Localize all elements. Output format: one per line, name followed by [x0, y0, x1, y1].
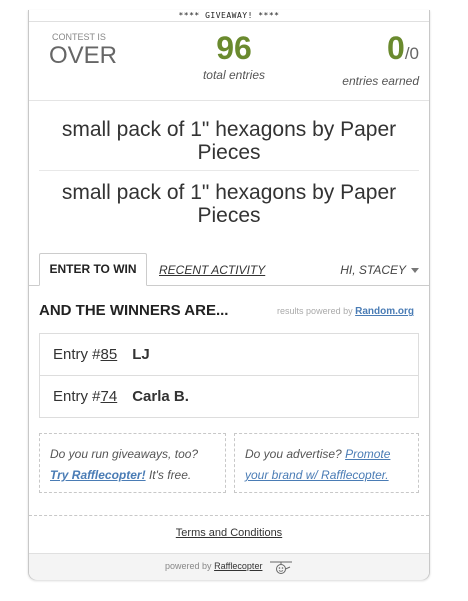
user-greeting: HI, STACEY — [340, 263, 406, 277]
entry-number-link[interactable]: 74 — [101, 388, 118, 405]
winner-name: Carla B. — [132, 388, 189, 405]
random-org-link[interactable]: Random.org — [355, 306, 414, 317]
chevron-down-icon — [411, 268, 419, 274]
entry-prefix: Entry # — [53, 388, 101, 405]
total-entries: 96 total entries — [189, 30, 279, 82]
winner-row: Entry #74 Carla B. — [40, 376, 418, 417]
powered-by-text: powered by — [165, 561, 212, 571]
entries-earned-label: entries earned — [342, 74, 419, 88]
tab-recent-activity[interactable]: RECENT ACTIVITY — [159, 255, 265, 285]
status-value: OVER — [49, 42, 118, 69]
giveaway-banner: **** GIVEAWAY! **** — [29, 10, 429, 22]
rafflecopter-widget: **** GIVEAWAY! **** CONTEST IS OVER 96 t… — [28, 10, 430, 580]
promo-advertise: Do you advertise? Promote your brand w/ … — [234, 433, 419, 493]
promo-giveaways: Do you run giveaways, too? Try Rafflecopt… — [39, 433, 226, 493]
terms-row: Terms and Conditions — [29, 527, 429, 539]
user-menu[interactable]: HI, STACEY — [340, 255, 419, 285]
terms-link[interactable]: Terms and Conditions — [176, 527, 282, 539]
tab-bar: ENTER TO WIN RECENT ACTIVITY HI, STACEY — [29, 251, 429, 286]
winners-heading: AND THE WINNERS ARE... — [39, 302, 229, 319]
earned-of: /0 — [404, 44, 419, 63]
promo-right-text: Do you advertise? — [245, 447, 342, 461]
stats-panel: CONTEST IS OVER 96 total entries 0/0 ent… — [29, 22, 429, 101]
footer-divider — [29, 515, 429, 516]
total-entries-count: 96 — [216, 30, 252, 66]
contest-status: CONTEST IS OVER — [49, 32, 139, 69]
earned-value: 0 — [387, 30, 405, 66]
winner-name: LJ — [132, 346, 150, 363]
entry-prefix: Entry # — [53, 346, 101, 363]
random-org-credit: results powered by Random.org — [277, 306, 414, 317]
status-label: CONTEST IS — [52, 32, 106, 42]
powered-text: results powered by — [277, 306, 353, 316]
entries-earned: 0/0 entries earned — [309, 30, 419, 88]
prize-title: small pack of 1" hexagons by Paper Piece… — [61, 118, 397, 164]
winners-list: Entry #85 LJ Entry #74 Carla B. — [39, 333, 419, 418]
winner-row: Entry #85 LJ — [40, 334, 418, 376]
promo-left-suffix: It's free. — [148, 468, 192, 482]
total-entries-label: total entries — [202, 68, 266, 82]
try-rafflecopter-link[interactable]: Try Rafflecopter! — [50, 468, 146, 482]
prize-divider — [39, 170, 419, 171]
powered-by-bar: powered by Rafflecopter — [29, 553, 429, 580]
tab-enter-to-win[interactable]: ENTER TO WIN — [39, 253, 147, 286]
entry-number-link[interactable]: 85 — [101, 346, 118, 363]
entries-earned-count: 0/0 — [309, 30, 419, 72]
prize-title: small pack of 1" hexagons by Paper Piece… — [61, 181, 397, 227]
rafflecopter-logo-icon — [269, 561, 292, 574]
rafflecopter-link[interactable]: Rafflecopter — [214, 561, 262, 571]
promo-left-text: Do you run giveaways, too? — [50, 447, 199, 461]
